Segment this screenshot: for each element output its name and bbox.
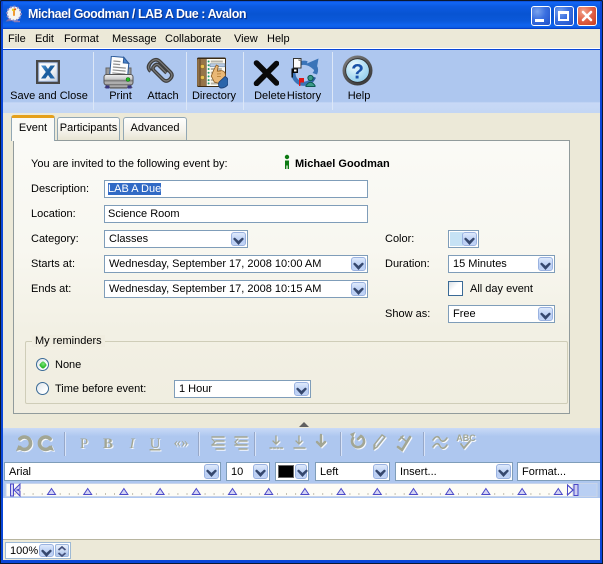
svg-text:?: ? (351, 61, 364, 84)
